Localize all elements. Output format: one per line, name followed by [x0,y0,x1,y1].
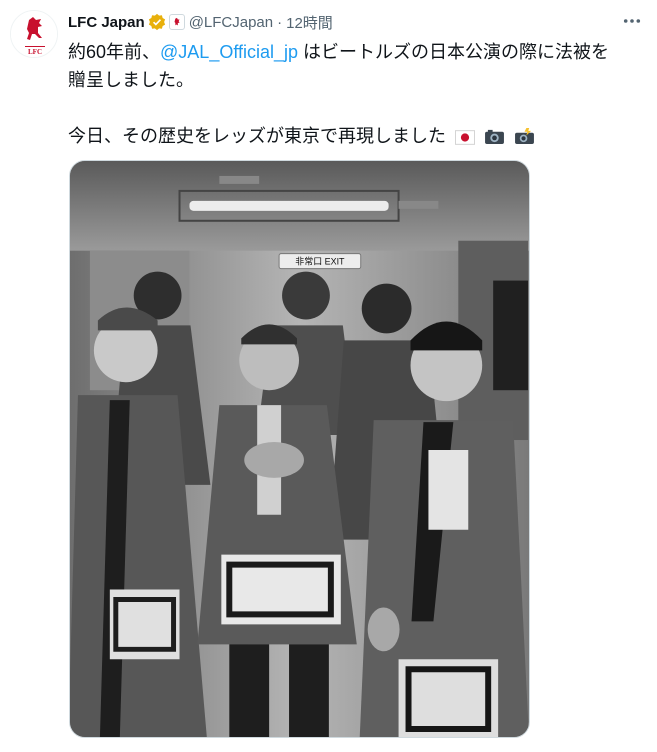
mention-link[interactable]: @JAL_Official_jp [160,42,298,62]
separator-dot: · [277,13,283,31]
tweet-photo[interactable]: 非常口 EXIT [69,160,530,738]
avatar-text: LFC [28,48,42,56]
tweet-text-line-2: 贈呈しました。 [68,70,194,90]
tweet-card[interactable]: LFC LFC Japan @LFCJapan · 12時間 約60年前、@JA… [0,0,657,752]
more-options-icon[interactable] [621,10,643,32]
verified-badge-icon[interactable] [148,13,166,31]
liver-bird-logo-icon: LFC [11,11,57,57]
japan-flag-icon [455,125,476,153]
display-name[interactable]: LFC Japan [68,14,145,31]
tweet-text-suffix: はビートルズの日本公演の際に法被を [298,42,610,62]
camera-icon [484,125,505,153]
tweet-text-line-3: 今日、その歴史をレッズが東京で再現しました [68,122,638,153]
exit-sign-text: 非常口 EXIT [295,256,345,267]
photo-players-in-jal-happi: 非常口 EXIT [70,161,529,737]
tweet-header: LFC Japan @LFCJapan · 12時間 [68,11,637,33]
avatar[interactable]: LFC [10,10,58,58]
tweet-text-third: 今日、その歴史をレッズが東京で再現しました [68,126,446,146]
tweet-text: 約60年前、@JAL_Official_jp はビートルズの日本公演の際に法被を… [68,38,638,153]
timestamp[interactable]: 12時間 [286,12,333,33]
camera-with-flash-icon [514,125,535,153]
tweet-text-prefix: 約60年前、 [68,42,161,62]
user-handle[interactable]: @LFCJapan [189,14,273,31]
tweet-text-line-1: 約60年前、@JAL_Official_jp はビートルズの日本公演の際に法被を [68,38,638,66]
affiliate-badge-icon[interactable] [168,14,185,30]
